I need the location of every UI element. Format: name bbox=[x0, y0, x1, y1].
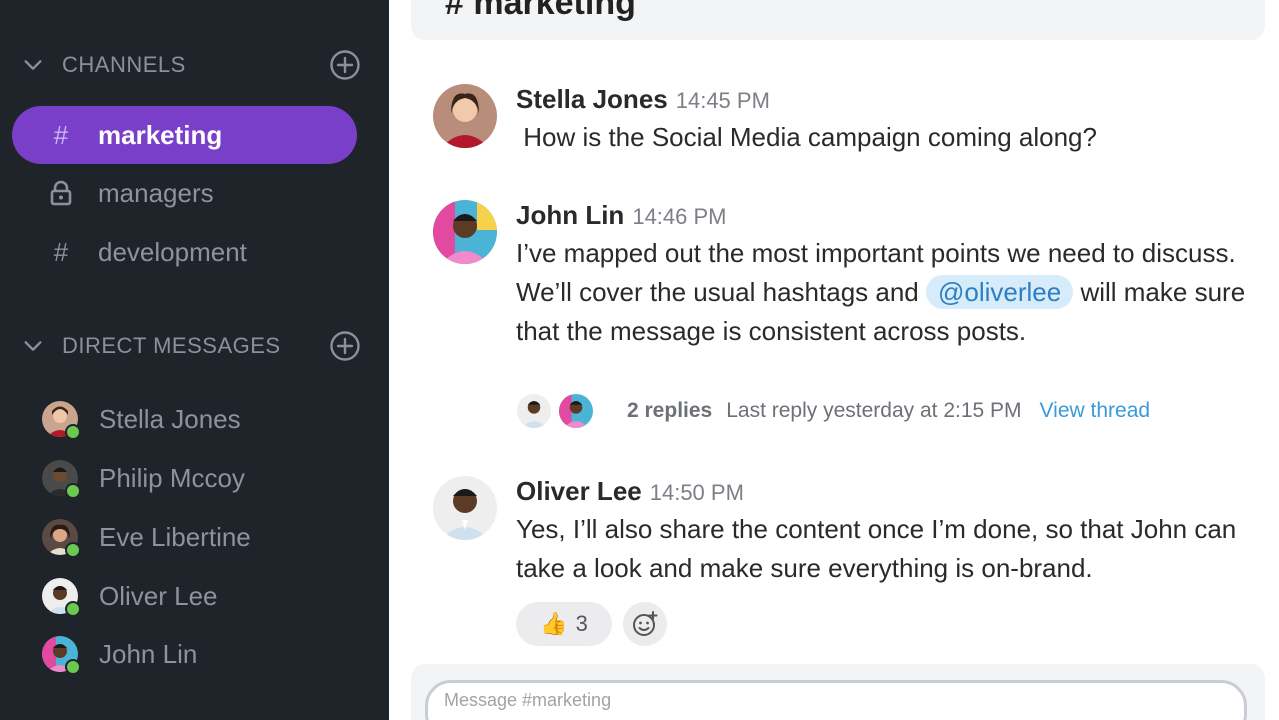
channel-item-managers[interactable]: managers bbox=[12, 164, 357, 222]
avatar bbox=[557, 392, 595, 430]
dm-item-philip-mccoy[interactable]: Philip Mccoy bbox=[42, 454, 245, 502]
dm-label: Eve Libertine bbox=[99, 521, 251, 552]
channel-item-development[interactable]: # development bbox=[12, 223, 357, 281]
channel-label: development bbox=[98, 236, 247, 267]
message-author[interactable]: Oliver Lee bbox=[516, 476, 642, 507]
channels-section-header[interactable]: CHANNELS bbox=[22, 47, 361, 83]
lock-icon bbox=[48, 180, 74, 206]
reaction-thumbs-up[interactable]: 👍 3 bbox=[516, 602, 612, 646]
avatar[interactable] bbox=[433, 476, 497, 540]
hash-icon: # bbox=[53, 236, 69, 267]
thread-replies-count[interactable]: 2 replies bbox=[627, 399, 712, 423]
add-reaction-icon bbox=[633, 611, 658, 636]
message-text: Yes, I’ll also share the content once I’… bbox=[516, 514, 1237, 583]
mention-oliverlee[interactable]: @oliverlee bbox=[925, 275, 1074, 309]
composer-area bbox=[411, 664, 1265, 720]
channel-title: # marketing bbox=[445, 0, 636, 22]
dm-label: John Lin bbox=[99, 638, 198, 669]
view-thread-link[interactable]: View thread bbox=[1040, 399, 1151, 423]
dm-item-stella-jones[interactable]: Stella Jones bbox=[42, 395, 241, 443]
avatar bbox=[515, 392, 553, 430]
online-status-icon bbox=[65, 483, 81, 499]
online-status-icon bbox=[65, 542, 81, 558]
avatar[interactable] bbox=[433, 84, 497, 148]
avatar[interactable] bbox=[433, 200, 497, 264]
dm-label: Stella Jones bbox=[99, 403, 241, 434]
avatar bbox=[42, 460, 81, 499]
sidebar: CHANNELS # marketing managers # developm… bbox=[0, 0, 389, 720]
add-dm-icon[interactable] bbox=[329, 330, 361, 362]
avatar bbox=[42, 401, 81, 440]
hash-icon: # bbox=[53, 119, 69, 150]
channel-header: # marketing bbox=[411, 0, 1265, 40]
dm-label: Oliver Lee bbox=[99, 580, 218, 611]
thread-summary[interactable]: 2 replies Last reply yesterday at 2:15 P… bbox=[515, 390, 1150, 432]
message-item: Stella Jones 14:45 PM How is the Social … bbox=[433, 84, 1259, 154]
dm-item-oliver-lee[interactable]: Oliver Lee bbox=[42, 572, 218, 620]
message-timestamp: 14:50 PM bbox=[649, 480, 744, 505]
dm-item-eve-libertine[interactable]: Eve Libertine bbox=[42, 513, 251, 561]
main-panel: # marketing Stella Jones 14:45 PM How is… bbox=[389, 0, 1279, 720]
avatar bbox=[42, 519, 81, 558]
channels-title: CHANNELS bbox=[62, 52, 186, 77]
online-status-icon bbox=[65, 601, 81, 617]
avatar bbox=[42, 636, 81, 675]
message-text: How is the Social Media campaign coming … bbox=[516, 122, 1097, 152]
online-status-icon bbox=[65, 424, 81, 440]
thumbs-up-icon: 👍 bbox=[540, 611, 568, 636]
message-timestamp: 14:45 PM bbox=[675, 88, 770, 113]
message-item: John Lin 14:46 PM I’ve mapped out the mo… bbox=[433, 200, 1259, 360]
thread-last-reply: Last reply yesterday at 2:15 PM bbox=[726, 399, 1022, 422]
message-author[interactable]: John Lin bbox=[516, 200, 624, 231]
message-item: Oliver Lee 14:50 PM Yes, I’ll also share… bbox=[433, 476, 1259, 596]
avatar bbox=[42, 578, 81, 617]
reaction-count: 3 bbox=[575, 611, 588, 636]
message-timestamp: 14:46 PM bbox=[632, 204, 727, 229]
dm-item-john-lin[interactable]: John Lin bbox=[42, 630, 197, 678]
channel-label: managers bbox=[98, 177, 214, 208]
channel-label: marketing bbox=[98, 119, 223, 150]
message-author[interactable]: Stella Jones bbox=[516, 84, 668, 115]
chevron-down-icon[interactable] bbox=[22, 335, 44, 357]
add-channel-icon[interactable] bbox=[329, 49, 361, 81]
message-text: I’ve mapped out the most important point… bbox=[516, 234, 1259, 351]
channel-item-marketing[interactable]: # marketing bbox=[12, 106, 357, 164]
add-reaction-button[interactable] bbox=[623, 602, 667, 646]
chevron-down-icon[interactable] bbox=[22, 54, 44, 76]
message-input[interactable] bbox=[425, 680, 1247, 720]
dm-section-header[interactable]: DIRECT MESSAGES bbox=[22, 328, 361, 364]
online-status-icon bbox=[65, 659, 81, 675]
dm-title: DIRECT MESSAGES bbox=[62, 333, 281, 358]
dm-label: Philip Mccoy bbox=[99, 462, 245, 493]
